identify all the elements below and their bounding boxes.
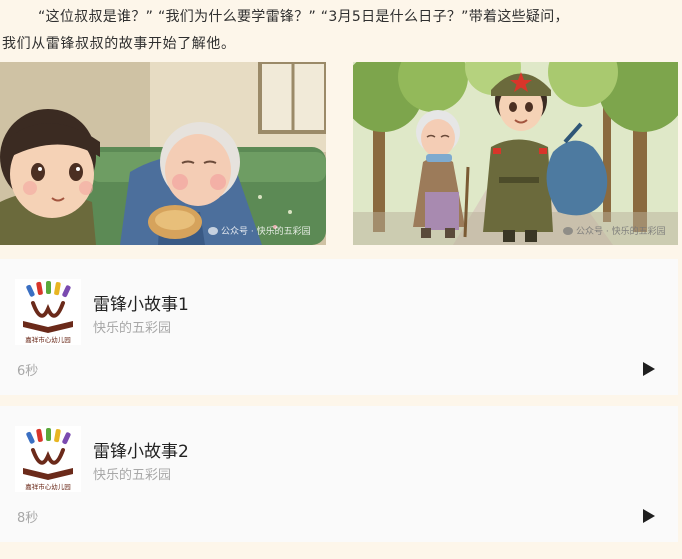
forest-scene-art (353, 62, 678, 245)
illustration-watermark: 公众号 · 快乐的五彩园 (208, 224, 311, 237)
video-duration: 6秒 (17, 364, 39, 379)
rainbow-kindergarten-logo-icon: 嘉祥市心幼儿园 (23, 428, 73, 491)
video-title[interactable]: 雷锋小故事1 (93, 290, 189, 315)
logo-caption: 嘉祥市心幼儿园 (25, 335, 71, 344)
illustration-forest-scene: 公众号 · 快乐的五彩园 (353, 62, 678, 245)
rainbow-kindergarten-logo-icon: 嘉祥市心幼儿园 (23, 281, 73, 344)
logo-caption: 嘉祥市心幼儿园 (25, 482, 71, 491)
watermark-text: 公众号 · 快乐的五彩园 (576, 227, 666, 237)
video-channel[interactable]: 快乐的五彩园 (93, 464, 171, 483)
video-card[interactable]: 嘉祥市心幼儿园 雷锋小故事2 快乐的五彩园 8秒 (0, 406, 678, 542)
illustration-train-scene: 公众号 · 快乐的五彩园 (0, 62, 326, 245)
video-card[interactable]: 嘉祥市心幼儿园 雷锋小故事1 快乐的五彩园 6秒 (0, 259, 678, 395)
video-channel[interactable]: 快乐的五彩园 (93, 317, 171, 336)
video-duration: 8秒 (17, 511, 39, 526)
illustration-watermark: 公众号 · 快乐的五彩园 (563, 224, 666, 237)
intro-line-2: 我们从雷锋叔叔的故事开始了解他。 (2, 36, 236, 52)
intro-line-1: “这位叔叔是谁？” “我们为什么要学雷锋？” “3月5日是什么日子？”带着这些疑… (38, 9, 569, 25)
channel-logo: 嘉祥市心幼儿园 (15, 426, 81, 492)
watermark-text: 公众号 · 快乐的五彩园 (221, 227, 311, 237)
wechat-icon (208, 226, 218, 235)
train-scene-art (0, 62, 326, 245)
wechat-icon (563, 226, 573, 235)
intro-paragraph: “这位叔叔是谁？” “我们为什么要学雷锋？” “3月5日是什么日子？”带着这些疑… (0, 0, 682, 60)
video-title[interactable]: 雷锋小故事2 (93, 437, 189, 462)
channel-logo: 嘉祥市心幼儿园 (15, 279, 81, 345)
play-icon[interactable] (642, 508, 656, 524)
play-icon[interactable] (642, 361, 656, 377)
